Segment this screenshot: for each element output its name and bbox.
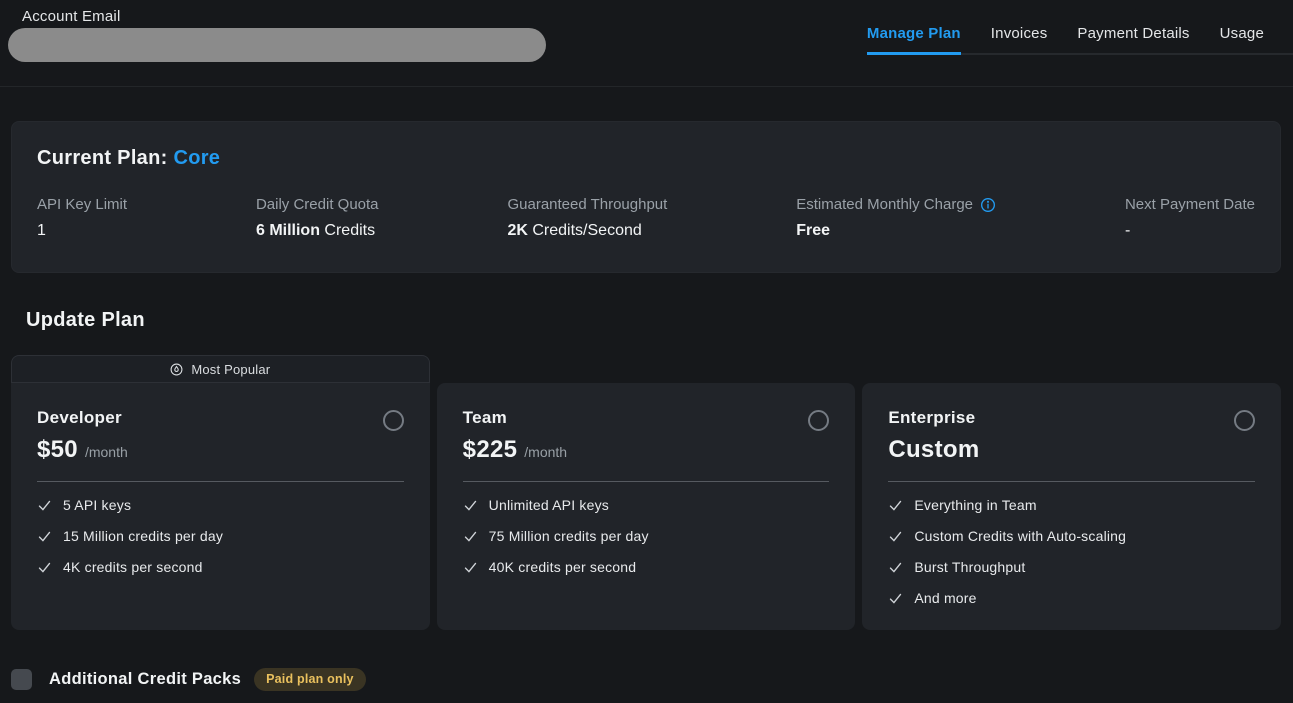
plan-price-developer: $50 [37, 436, 78, 464]
feature-item: Custom Credits with Auto-scaling [888, 528, 1255, 544]
card-divider [37, 481, 404, 482]
plan-period-developer: /month [85, 444, 128, 460]
check-icon [463, 498, 478, 513]
tab-payment-details[interactable]: Payment Details [1077, 24, 1189, 55]
stat-api-key-limit: API Key Limit 1 [37, 196, 127, 240]
account-email-label: Account Email [22, 8, 546, 25]
feature-item: And more [888, 590, 1255, 606]
plan-period-team: /month [524, 444, 567, 460]
info-icon[interactable] [980, 197, 996, 213]
plan-name-enterprise: Enterprise [888, 408, 975, 428]
radio-enterprise[interactable] [1234, 410, 1255, 431]
current-plan-title: Current Plan: Core [37, 147, 1255, 170]
plan-features-team: Unlimited API keys 75 Million credits pe… [463, 497, 830, 575]
check-icon [37, 560, 52, 575]
plan-card-team: Team $225 /month Unlimited API keys 75 M… [437, 355, 856, 630]
plan-name-team: Team [463, 408, 507, 428]
card-divider [463, 481, 830, 482]
plan-card-developer: Most Popular Developer $50 /month 5 API … [11, 355, 430, 630]
stat-guaranteed-throughput: Guaranteed Throughput 2K Credits/Second [507, 196, 667, 240]
account-email-input[interactable] [8, 28, 546, 62]
plans-row: Most Popular Developer $50 /month 5 API … [11, 355, 1281, 630]
update-plan-heading: Update Plan [26, 309, 1293, 332]
feature-item: 5 API keys [37, 497, 404, 513]
current-plan-card: Current Plan: Core API Key Limit 1 Daily… [11, 121, 1281, 273]
stat-next-payment-date: Next Payment Date - [1125, 196, 1255, 240]
plan-name-developer: Developer [37, 408, 122, 428]
plan-price-team: $225 [463, 436, 518, 464]
check-icon [37, 529, 52, 544]
account-email-block: Account Email [8, 8, 546, 62]
feature-item: Everything in Team [888, 497, 1255, 513]
radio-developer[interactable] [383, 410, 404, 431]
plan-select-developer[interactable]: Developer $50 /month 5 API keys 15 Milli… [11, 383, 430, 630]
tab-manage-plan[interactable]: Manage Plan [867, 24, 961, 55]
stat-estimated-monthly-charge: Estimated Monthly Charge Free [796, 196, 996, 240]
check-icon [463, 560, 478, 575]
check-icon [888, 529, 903, 544]
additional-credit-packs-row: Additional Credit Packs Paid plan only [11, 668, 1293, 691]
feature-item: Unlimited API keys [463, 497, 830, 513]
feature-item: 15 Million credits per day [37, 528, 404, 544]
plan-select-enterprise[interactable]: Enterprise Custom Everything in Team Cus… [862, 383, 1281, 630]
plan-features-developer: 5 API keys 15 Million credits per day 4K… [37, 497, 404, 575]
paid-plan-only-badge: Paid plan only [254, 668, 366, 691]
feature-item: Burst Throughput [888, 559, 1255, 575]
check-icon [463, 529, 478, 544]
most-popular-label: Most Popular [191, 362, 270, 377]
feature-item: 75 Million credits per day [463, 528, 830, 544]
tab-invoices[interactable]: Invoices [991, 24, 1048, 55]
feature-item: 4K credits per second [37, 559, 404, 575]
check-icon [888, 591, 903, 606]
check-icon [37, 498, 52, 513]
radio-team[interactable] [808, 410, 829, 431]
check-icon [888, 498, 903, 513]
plan-features-enterprise: Everything in Team Custom Credits with A… [888, 497, 1255, 606]
credit-packs-title: Additional Credit Packs [49, 670, 241, 689]
check-icon [888, 560, 903, 575]
header: Account Email Manage Plan Invoices Payme… [0, 0, 1293, 87]
plan-price-enterprise: Custom [888, 436, 979, 464]
credit-packs-checkbox[interactable] [11, 669, 32, 690]
flame-icon [170, 363, 183, 376]
current-plan-stats: API Key Limit 1 Daily Credit Quota 6 Mil… [37, 196, 1255, 240]
card-divider [888, 481, 1255, 482]
tab-usage[interactable]: Usage [1220, 24, 1264, 55]
current-plan-title-prefix: Current Plan: [37, 147, 168, 169]
stat-daily-credit-quota: Daily Credit Quota 6 Million Credits [256, 196, 379, 240]
billing-tabs: Manage Plan Invoices Payment Details Usa… [867, 24, 1293, 55]
plan-card-enterprise: Enterprise Custom Everything in Team Cus… [862, 355, 1281, 630]
feature-item: 40K credits per second [463, 559, 830, 575]
current-plan-name: Core [173, 147, 220, 169]
plan-select-team[interactable]: Team $225 /month Unlimited API keys 75 M… [437, 383, 856, 630]
most-popular-badge: Most Popular [11, 355, 430, 383]
